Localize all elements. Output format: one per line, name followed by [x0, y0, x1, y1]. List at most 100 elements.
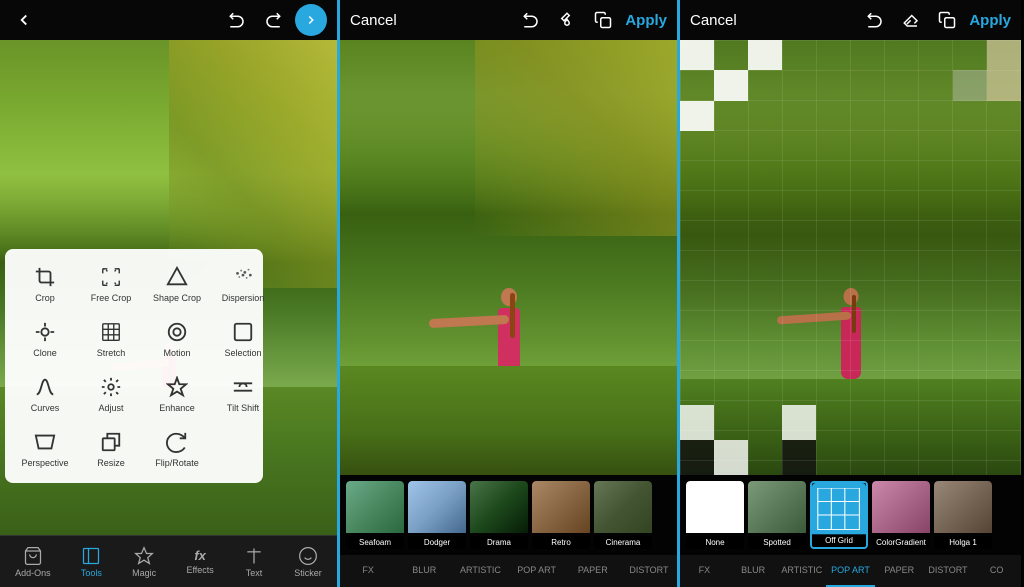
bottom-effects[interactable]: fx Effects [178, 544, 221, 579]
tool-crop[interactable]: Crop [15, 259, 75, 308]
adjust-icon [97, 373, 125, 401]
filter-seafoam[interactable]: Seafoam [346, 481, 404, 549]
right-panel: Cancel Apply [680, 0, 1021, 587]
right-apply-button[interactable]: Apply [969, 12, 1011, 29]
stretch-icon [97, 318, 125, 346]
dodger-label: Dodger [408, 536, 466, 549]
left-photo-area: Crop Free Crop [0, 40, 337, 535]
add-ons-icon [23, 545, 43, 566]
next-button[interactable] [295, 4, 327, 36]
center-tab-fx[interactable]: FX [340, 555, 396, 587]
right-copy-button[interactable] [933, 6, 961, 34]
tool-stretch[interactable]: Stretch [81, 314, 141, 363]
tool-curves[interactable]: Curves [15, 369, 75, 418]
right-tab-paper[interactable]: PAPER [875, 555, 924, 587]
magic-icon [134, 545, 154, 566]
bottom-magic[interactable]: Magic [124, 541, 164, 582]
text-label: Text [246, 568, 263, 578]
undo-button[interactable] [223, 6, 251, 34]
filter-dodger[interactable]: Dodger [408, 481, 466, 549]
right-tab-artistic[interactable]: ARTISTIC [777, 555, 826, 587]
filter-holga-1[interactable]: Holga 1 [934, 481, 992, 549]
resize-label: Resize [97, 459, 125, 469]
right-top-bar-right: Apply [861, 6, 1011, 34]
right-undo-button[interactable] [861, 6, 889, 34]
center-tab-pop-art[interactable]: POP ART [509, 555, 565, 587]
tool-resize[interactable]: Resize [81, 424, 141, 473]
filter-retro[interactable]: Retro [532, 481, 590, 549]
tool-perspective[interactable]: Perspective [15, 424, 75, 473]
filter-spotted[interactable]: Spotted [748, 481, 806, 549]
tool-adjust[interactable]: Adjust [81, 369, 141, 418]
center-top-bar-left: Cancel [350, 12, 397, 29]
filter-cinerama[interactable]: Cinerama [594, 481, 652, 549]
tool-selection[interactable]: Selection [213, 314, 273, 363]
right-erase-button[interactable] [897, 6, 925, 34]
right-tab-blur[interactable]: BLUR [729, 555, 778, 587]
tool-free-crop[interactable]: Free Crop [81, 259, 141, 308]
right-tab-distort[interactable]: DISTORT [924, 555, 973, 587]
seafoam-preview [346, 481, 404, 533]
adjust-label: Adjust [98, 404, 123, 414]
tool-dispersion[interactable]: Dispersion [213, 259, 273, 308]
right-cancel-button[interactable]: Cancel [690, 12, 737, 29]
drama-label: Drama [470, 536, 528, 549]
filter-drama[interactable]: Drama [470, 481, 528, 549]
filter-off-grid[interactable]: Off Grid [810, 481, 868, 549]
dodger-preview [408, 481, 466, 533]
right-photo-background [680, 40, 1021, 475]
holga-1-label: Holga 1 [934, 536, 992, 549]
bottom-sticker[interactable]: Sticker [286, 541, 330, 582]
tool-enhance[interactable]: Enhance [147, 369, 207, 418]
bottom-tools[interactable]: Tools [73, 541, 110, 582]
right-tab-bar: FX BLUR ARTISTIC POP ART PAPER DISTORT C… [680, 555, 1021, 587]
drama-preview [470, 481, 528, 533]
motion-icon [163, 318, 191, 346]
tool-motion[interactable]: Motion [147, 314, 207, 363]
center-photo-background [340, 40, 677, 475]
bottom-text[interactable]: Text [236, 541, 272, 582]
center-tab-blur[interactable]: BLUR [396, 555, 452, 587]
tool-flip-rotate[interactable]: Flip/Rotate [147, 424, 207, 473]
left-top-bar [0, 0, 337, 40]
colorgradient-preview [872, 481, 930, 533]
center-copy-button[interactable] [589, 6, 617, 34]
tool-clone[interactable]: Clone [15, 314, 75, 363]
cinerama-label: Cinerama [594, 536, 652, 549]
perspective-icon [31, 428, 59, 456]
center-tab-distort[interactable]: DISTORT [621, 555, 677, 587]
motion-label: Motion [163, 349, 190, 359]
tool-tilt-shift[interactable]: Tilt Shift [213, 369, 273, 418]
center-undo-button[interactable] [517, 6, 545, 34]
center-tab-paper[interactable]: PAPER [565, 555, 621, 587]
center-photo-area [340, 40, 677, 475]
tool-shape-crop[interactable]: Shape Crop [147, 259, 207, 308]
left-top-bar-right [223, 4, 327, 36]
right-tab-co[interactable]: CO [972, 555, 1021, 587]
center-brush-button[interactable] [553, 6, 581, 34]
magic-label: Magic [132, 568, 156, 578]
clone-label: Clone [33, 349, 57, 359]
color-gradient-label: ColorGradient [872, 536, 930, 549]
center-tab-artistic[interactable]: ARTISTIC [452, 555, 508, 587]
add-ons-label: Add-Ons [15, 568, 51, 578]
effects-label: Effects [186, 565, 213, 575]
bottom-add-ons[interactable]: Add-Ons [7, 541, 59, 582]
none-label: None [686, 536, 744, 549]
sticker-label: Sticker [294, 568, 322, 578]
filter-none[interactable]: None [686, 481, 744, 549]
center-apply-button[interactable]: Apply [625, 12, 667, 29]
center-tab-bar: FX BLUR ARTISTIC POP ART PAPER DISTORT [340, 555, 677, 587]
offgrid-preview [812, 483, 866, 535]
redo-button[interactable] [259, 6, 287, 34]
crop-icon [31, 263, 59, 291]
perspective-label: Perspective [21, 459, 68, 469]
seafoam-label: Seafoam [346, 536, 404, 549]
right-tab-pop-art[interactable]: POP ART [826, 555, 875, 587]
center-cancel-button[interactable]: Cancel [350, 12, 397, 29]
back-button[interactable] [10, 6, 38, 34]
right-tab-fx[interactable]: FX [680, 555, 729, 587]
filter-color-gradient[interactable]: ColorGradient [872, 481, 930, 549]
curves-icon [31, 373, 59, 401]
cinerama-preview [594, 481, 652, 533]
